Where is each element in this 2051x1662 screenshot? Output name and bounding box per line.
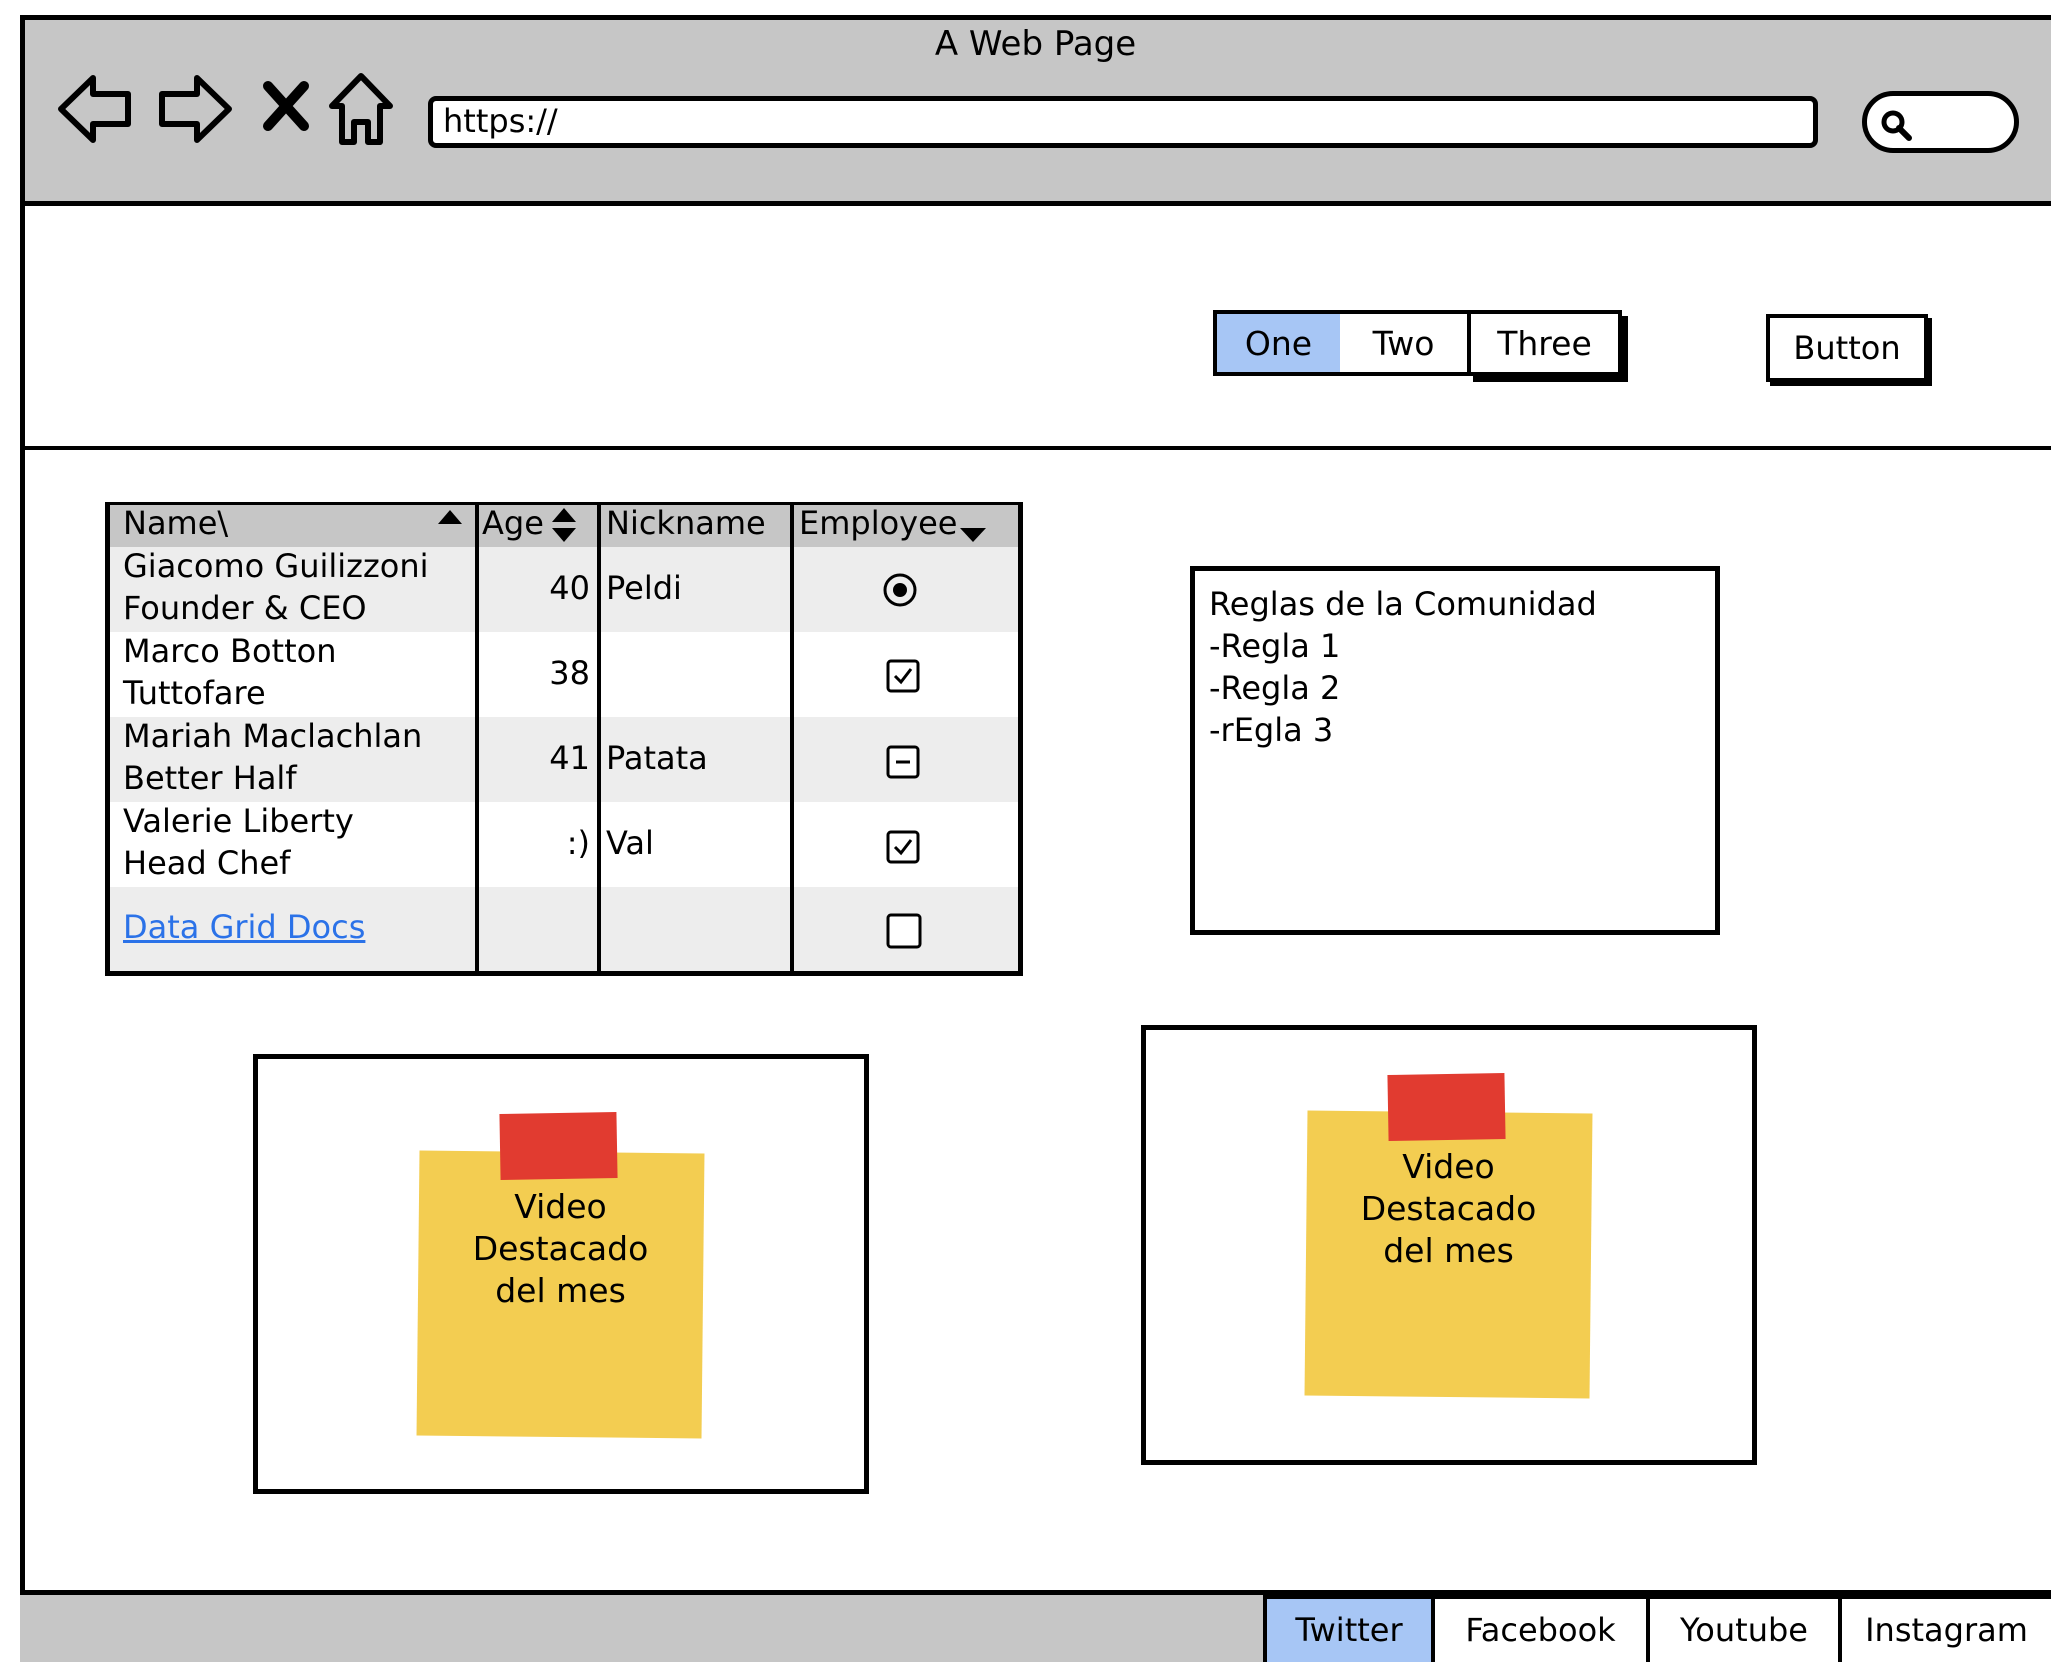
column-divider xyxy=(597,502,601,976)
search-icon xyxy=(1881,110,1912,141)
tape xyxy=(1387,1072,1506,1142)
checkbox-checked-icon[interactable] xyxy=(886,659,920,693)
search-field[interactable] xyxy=(1862,91,2019,153)
video-card-text: Video Destacado del mes xyxy=(472,1187,649,1310)
footer-tab-youtube[interactable]: Youtube xyxy=(1646,1595,1842,1662)
employee-name: Giacomo Guilizzoni xyxy=(123,547,429,585)
video-card-text: Video Destacado del mes xyxy=(1360,1147,1537,1270)
back-arrow-icon[interactable] xyxy=(55,72,135,146)
radio-selected-icon[interactable] xyxy=(882,572,918,608)
column-header-employee[interactable]: Employee xyxy=(799,502,957,545)
employee-role: Founder & CEO xyxy=(123,589,367,627)
employee-role: Better Half xyxy=(123,759,297,797)
data-grid-docs-link[interactable]: Data Grid Docs xyxy=(123,906,365,949)
employee-nickname: Patata xyxy=(606,739,708,777)
employee-name: Mariah Maclachlan xyxy=(123,717,423,755)
employee-role: Tuttofare xyxy=(123,674,266,712)
rule-item: -Regla 2 xyxy=(1209,669,1341,707)
tab-two[interactable]: Two xyxy=(1340,310,1471,376)
rules-title: Reglas de la Comunidad xyxy=(1209,585,1597,623)
employee-nickname: Val xyxy=(606,824,654,862)
checkbox-unchecked-icon[interactable] xyxy=(886,913,922,949)
checkbox-indeterminate-icon[interactable] xyxy=(886,745,920,779)
tape xyxy=(499,1111,618,1181)
column-header-name[interactable]: Name\ xyxy=(123,502,228,545)
rule-item: -rEgla 3 xyxy=(1209,711,1334,749)
employee-age: 41 xyxy=(549,739,590,777)
employee-age: 38 xyxy=(549,654,590,692)
sort-ascending-icon[interactable] xyxy=(436,508,464,526)
checkbox-checked-icon[interactable] xyxy=(886,830,920,864)
dropdown-arrow-icon[interactable] xyxy=(958,526,988,544)
footer-tab-twitter[interactable]: Twitter xyxy=(1263,1595,1435,1662)
employee-role: Head Chef xyxy=(123,844,291,882)
column-divider xyxy=(475,502,479,976)
sort-icon[interactable] xyxy=(550,506,578,544)
window-title: A Web Page xyxy=(934,24,1137,64)
column-header-nickname[interactable]: Nickname xyxy=(606,502,766,545)
employee-age: :) xyxy=(566,824,590,862)
employee-nickname: Peldi xyxy=(606,569,682,607)
community-rules-box: Reglas de la Comunidad -Regla 1 -Regla 2… xyxy=(1190,566,1720,935)
column-divider xyxy=(790,502,794,976)
tab-one[interactable]: One xyxy=(1213,310,1344,376)
employee-age: 40 xyxy=(549,569,590,607)
rule-item: -Regla 1 xyxy=(1209,627,1341,665)
footer-tab-facebook[interactable]: Facebook xyxy=(1431,1595,1650,1662)
footer-tab-instagram[interactable]: Instagram xyxy=(1838,1595,2051,1662)
stop-icon[interactable] xyxy=(262,80,310,132)
employee-name: Valerie Liberty xyxy=(123,802,354,840)
column-header-age[interactable]: Age xyxy=(482,502,544,545)
header-divider xyxy=(20,446,2051,450)
forward-arrow-icon[interactable] xyxy=(155,72,235,146)
address-bar[interactable]: https:// xyxy=(428,96,1818,148)
tab-three[interactable]: Three xyxy=(1467,310,1622,376)
employee-name: Marco Botton xyxy=(123,632,337,670)
home-icon[interactable] xyxy=(328,70,394,148)
generic-button[interactable]: Button xyxy=(1766,314,1928,382)
